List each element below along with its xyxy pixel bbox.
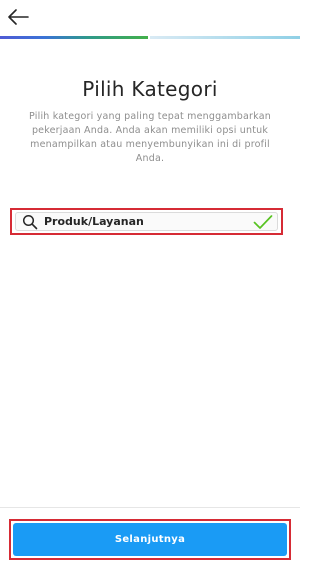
progress-step-remaining <box>150 36 300 39</box>
footer-divider <box>0 507 300 508</box>
next-button[interactable]: Selanjutnya <box>13 523 287 556</box>
arrow-left-icon <box>8 9 29 25</box>
category-search-input[interactable] <box>44 212 253 231</box>
page-title: Pilih Kategori <box>82 77 218 101</box>
check-icon <box>253 214 273 230</box>
progress-bar <box>0 36 300 39</box>
category-search-field[interactable] <box>15 212 278 231</box>
search-highlight <box>10 208 283 235</box>
search-icon <box>22 214 38 230</box>
progress-step-completed <box>0 36 148 39</box>
back-button[interactable] <box>5 6 31 28</box>
page-description: Pilih kategori yang paling tepat menggam… <box>29 111 271 164</box>
top-bar <box>0 0 300 36</box>
